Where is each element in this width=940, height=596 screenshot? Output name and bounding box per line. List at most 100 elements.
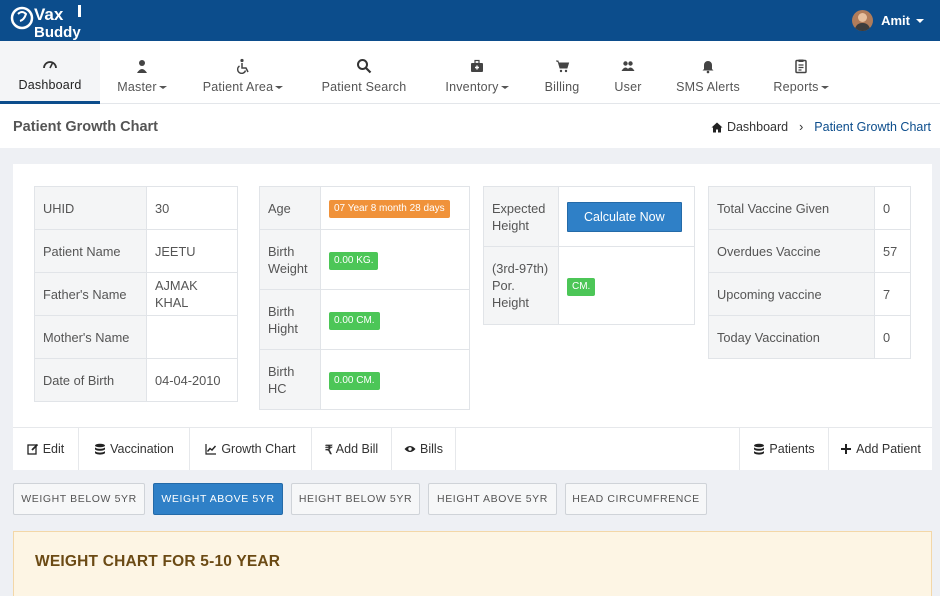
database-icon [95,443,106,455]
plus-icon [841,444,852,454]
table-row: Total Vaccine Given 0 [708,186,911,230]
line-chart-icon [205,444,217,455]
main-nav: Dashboard Master Patient Area Patient Se… [0,41,940,104]
table-row: Expected Height Calculate Now [483,186,695,247]
edit-icon [27,443,38,455]
nav-inventory-label: Inventory [445,79,499,94]
nav-sms-alerts[interactable]: SMS Alerts [660,41,756,104]
weight-chart-panel: WEIGHT CHART FOR 5-10 YEAR [13,531,932,596]
medkit-icon [471,59,483,72]
nav-dashboard-label: Dashboard [18,78,82,92]
birth-height-cell: 0.00 CM. [320,289,470,350]
birth-hc-cell: 0.00 CM. [320,349,470,410]
age-badge: 07 Year 8 month 28 days [329,200,450,218]
nav-patient-area-text: Patient Area [203,80,284,94]
expected-height-table: Expected Height Calculate Now (3rd-97th)… [483,186,695,325]
nav-user[interactable]: User [596,41,660,104]
table-row: Upcoming vaccine 7 [708,272,911,316]
user-menu[interactable]: Amit [852,10,924,31]
nav-inventory[interactable]: Inventory [426,41,528,104]
page-header: Patient Growth Chart Dashboard › Patient… [0,104,940,148]
age-cell: 07 Year 8 month 28 days [320,186,470,230]
today-vaccination-label: Today Vaccination [708,315,875,359]
edit-button[interactable]: Edit [13,428,79,470]
cart-icon [556,60,570,72]
add-bill-button[interactable]: ₹ Add Bill [312,428,392,470]
tab-height-above-5yr[interactable]: HEIGHT ABOVE 5YR [428,483,557,515]
tab-head-circumference[interactable]: HEAD CIRCUMFRENCE [565,483,707,515]
mother-name-label: Mother's Name [34,315,147,359]
clipboard-icon [795,59,807,73]
nav-master[interactable]: Master [100,41,184,104]
nav-patient-search[interactable]: Patient Search [302,41,426,104]
tab-height-below-5yr[interactable]: HEIGHT BELOW 5YR [291,483,420,515]
breadcrumb-separator: › [799,120,804,134]
table-row: Birth Weight 0.00 KG. [259,229,470,290]
overdue-vaccine-value: 57 [874,229,911,273]
wheelchair-icon [237,58,249,74]
database-icon [754,443,765,455]
patient-action-bar: Edit Vaccination Growth Chart ₹ Add Bill… [13,427,932,470]
por-height-label: (3rd-97th) Por. Height [483,246,559,325]
growth-chart-label: Growth Chart [221,442,296,456]
uhid-label: UHID [34,186,147,230]
chevron-down-icon [275,85,284,89]
page-title: Patient Growth Chart [13,119,159,135]
nav-dashboard[interactable]: Dashboard [0,41,100,104]
table-row: Age 07 Year 8 month 28 days [259,186,470,230]
search-icon [357,58,372,73]
bills-label: Bills [420,442,443,456]
patients-label: Patients [769,442,815,456]
birth-weight-badge: 0.00 KG. [329,251,379,270]
chevron-down-icon [916,18,924,23]
table-row: Overdues Vaccine 57 [708,229,911,273]
vaccination-label: Vaccination [110,442,174,456]
nav-reports-label: Reports [773,79,819,94]
bills-button[interactable]: Bills [392,428,456,470]
logo-text-vax: Vax [34,5,64,24]
dob-value: 04-04-2010 [146,358,238,402]
table-row: (3rd-97th) Por. Height CM. [483,246,695,325]
birth-weight-cell: 0.00 KG. [320,229,470,290]
chevron-down-icon [820,85,829,89]
tab-weight-below-5yr[interactable]: WEIGHT BELOW 5YR [13,483,145,515]
por-height-badge: CM. [567,277,596,296]
eye-icon [404,446,416,452]
dob-label: Date of Birth [34,358,147,402]
patients-button[interactable]: Patients [739,428,828,470]
logo-text-buddy: Buddy [34,24,81,40]
growth-chart-button[interactable]: Growth Chart [190,428,312,470]
nav-reports[interactable]: Reports [756,41,846,104]
uhid-value: 30 [146,186,238,230]
calculate-now-button[interactable]: Calculate Now [567,201,682,232]
patient-name-value: JEETU [146,229,238,273]
add-patient-button[interactable]: Add Patient [828,428,932,470]
user-tie-icon [137,59,147,73]
por-height-cell: CM. [558,246,695,325]
nav-patient-area[interactable]: Patient Area [184,41,302,104]
nav-billing[interactable]: Billing [528,41,596,104]
vaccination-button[interactable]: Vaccination [79,428,190,470]
patient-info-card: UHID 30 Patient Name JEETU Father's Name… [13,164,932,427]
upcoming-vaccine-label: Upcoming vaccine [708,272,875,316]
rupee-icon: ₹ [324,442,333,457]
patient-name-label: Patient Name [34,229,147,273]
nav-patient-area-label: Patient Area [202,79,274,94]
avatar [852,10,874,31]
nav-sms-alerts-label: SMS Alerts [676,79,740,94]
chevron-down-icon [500,85,509,89]
breadcrumb-home[interactable]: Dashboard [711,120,788,134]
table-row: Patient Name JEETU [34,229,238,273]
chevron-down-icon [158,85,167,89]
nav-billing-label: Billing [544,79,580,94]
tab-weight-above-5yr[interactable]: WEIGHT ABOVE 5YR [153,483,283,515]
upcoming-vaccine-value: 7 [874,272,911,316]
today-vaccination-value: 0 [874,315,911,359]
birth-height-label: Birth Hight [259,289,321,350]
vaxbuddy-logo[interactable]: Vax Buddy [10,2,90,40]
birth-hc-badge: 0.00 CM. [329,371,380,390]
total-vaccine-value: 0 [874,186,911,230]
table-row: Today Vaccination 0 [708,315,911,359]
nav-reports-text: Reports [773,79,829,94]
overdue-vaccine-label: Overdues Vaccine [708,229,875,273]
